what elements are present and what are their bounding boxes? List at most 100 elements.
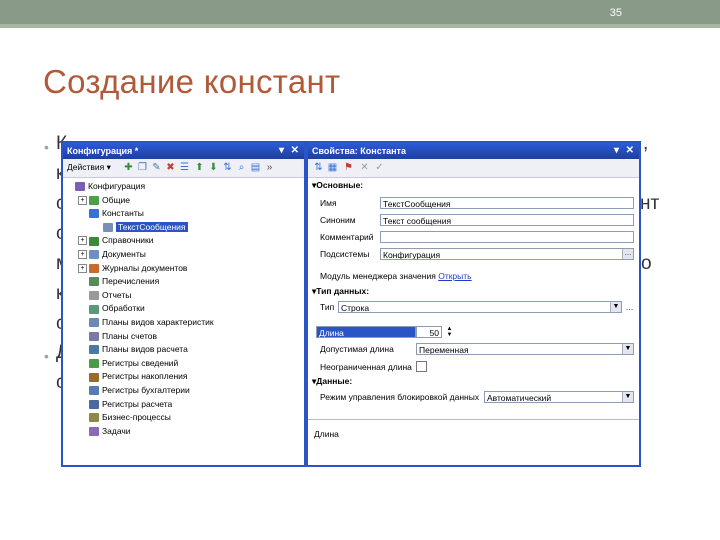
tree-item-label: Планы счетов: [102, 330, 158, 341]
tree-item-label: Обработки: [102, 303, 145, 314]
tree-item[interactable]: ТекстСообщения: [103, 221, 188, 233]
tree-item[interactable]: Задачи: [89, 425, 131, 437]
info-registers-icon: [89, 359, 99, 369]
accum-registers-icon: [89, 372, 99, 382]
tree-item-label: Общие: [102, 194, 130, 205]
sort-alpha-icon[interactable]: ⇅: [313, 162, 324, 173]
tree-item[interactable]: Планы счетов: [89, 330, 157, 342]
length-field[interactable]: 50: [416, 326, 442, 338]
expand-icon[interactable]: +: [78, 250, 87, 259]
pin-icon[interactable]: ▾: [614, 143, 619, 159]
allowed-length-select[interactable]: Переменная ▼: [416, 343, 634, 355]
expand-icon[interactable]: +: [78, 195, 87, 205]
edit-icon[interactable]: ✎: [151, 162, 162, 173]
tree-item[interactable]: Константы: [89, 207, 144, 219]
tree-item-label: ТекстСообщения: [116, 221, 188, 232]
tree-item[interactable]: Регистры накопления: [89, 370, 188, 382]
type-ellipsis-icon[interactable]: …: [624, 302, 635, 313]
configuration-tree: Конфигурация Общие + Константы ТекстСообщени…: [63, 178, 304, 466]
tree-item[interactable]: Бизнес-процессы: [89, 411, 171, 423]
tree-item[interactable]: Журналы документов: [89, 262, 187, 274]
tree-item[interactable]: Справочники: [89, 234, 154, 246]
calc-registers-icon: [89, 399, 99, 409]
config-icon: [75, 182, 85, 192]
manager-module-label: Модуль менеджера значения Открыть: [320, 271, 472, 281]
open-manager-module-link[interactable]: Открыть: [438, 271, 471, 281]
lock-mode-select[interactable]: Автоматический ▼: [484, 391, 634, 403]
subsystems-field[interactable]: Конфигурация …: [380, 248, 634, 260]
add-icon[interactable]: ✚: [123, 162, 134, 173]
unlimited-length-label: Неограниченная длина: [320, 362, 412, 372]
subsystems-value: Конфигурация: [383, 250, 441, 260]
name-field[interactable]: ТекстСообщения: [380, 197, 634, 209]
synonym-field[interactable]: Текст сообщения: [380, 214, 634, 226]
tree-item-label: Задачи: [102, 425, 131, 436]
tree-item-label: Перечисления: [102, 276, 160, 287]
type-value: Строка: [341, 303, 370, 313]
dropdown-arrow-icon[interactable]: ▼: [622, 392, 633, 402]
cancel-icon[interactable]: ✕: [359, 162, 370, 173]
tree-item[interactable]: Планы видов характеристик: [89, 316, 214, 328]
flag-icon[interactable]: ⚑: [343, 162, 354, 173]
tree-item-label: Бизнес-процессы: [102, 412, 171, 423]
delete-icon[interactable]: ✖: [165, 162, 176, 173]
tree-item[interactable]: Перечисления: [89, 275, 159, 287]
bullet-marker-2: •: [44, 348, 49, 364]
comment-field[interactable]: [380, 231, 634, 243]
tree-item-label: Документы: [102, 249, 146, 259]
subsystems-label: Подсистемы: [320, 249, 370, 259]
properties-window: Свойства: Константа ▾ ✕ ⇅ ▦ ⚑ ✕ ✓ ▾Основ…: [306, 141, 641, 467]
type-label: Тип: [320, 302, 335, 312]
move-up-icon[interactable]: ⬆: [194, 162, 205, 173]
account-plans-icon: [89, 331, 99, 341]
tasks-icon: [89, 427, 99, 437]
tree-item[interactable]: Конфигурация: [75, 180, 145, 192]
tree-item[interactable]: Документы: [89, 248, 146, 260]
more-icon[interactable]: »: [264, 162, 275, 173]
length-spinner-icon[interactable]: ▲ ▼: [444, 326, 455, 338]
pin-icon[interactable]: ▾: [279, 143, 284, 159]
actions-menu[interactable]: Действия ▾: [67, 162, 111, 173]
configuration-window-title: Конфигурация *: [67, 146, 139, 156]
section-data: ▾Данные:: [312, 376, 353, 386]
filter-icon[interactable]: ▤: [250, 162, 261, 173]
tree-item[interactable]: Обработки: [89, 302, 145, 314]
slide-number: 35: [609, 7, 622, 19]
dropdown-arrow-icon[interactable]: ▼: [622, 344, 633, 354]
constant-item-icon: [103, 223, 113, 233]
close-icon[interactable]: ✕: [626, 143, 634, 159]
tree-item[interactable]: Планы видов расчета: [89, 343, 188, 355]
bullet-marker: •: [44, 139, 49, 155]
tree-item[interactable]: Общие: [89, 194, 130, 206]
tree-item-label: Константы: [102, 208, 144, 219]
section-data-type: ▾Тип данных:: [312, 286, 370, 296]
unlimited-length-checkbox[interactable]: [416, 361, 427, 372]
header-accent-line: [0, 24, 720, 28]
sort-icon[interactable]: ⇅: [222, 162, 233, 173]
properties-icon[interactable]: ☰: [179, 162, 190, 173]
ellipsis-icon[interactable]: …: [622, 249, 633, 259]
tree-item[interactable]: Отчеты: [89, 289, 131, 301]
journals-icon: [89, 263, 99, 273]
tree-item-label: Регистры расчета: [102, 398, 173, 409]
close-icon[interactable]: ✕: [291, 143, 299, 159]
tree-item[interactable]: Регистры расчета: [89, 398, 172, 410]
section-main: ▾Основные:: [312, 180, 364, 190]
find-icon[interactable]: ⌕: [236, 162, 247, 173]
expand-icon[interactable]: +: [78, 236, 87, 246]
tree-item[interactable]: Регистры бухгалтерии: [89, 384, 190, 396]
tree-item-label: Регистры сведений: [102, 357, 179, 368]
move-down-icon[interactable]: ⬇: [208, 162, 219, 173]
dropdown-arrow-icon[interactable]: ▼: [610, 302, 621, 312]
categories-icon[interactable]: ▦: [327, 162, 338, 173]
enums-icon: [89, 277, 99, 287]
name-label: Имя: [320, 198, 337, 208]
copy-icon[interactable]: ❐: [137, 162, 148, 173]
lock-mode-value: Автоматический: [487, 393, 552, 403]
expand-icon[interactable]: +: [78, 263, 87, 273]
length-label-selected: Длина: [316, 326, 416, 338]
apply-icon[interactable]: ✓: [374, 162, 385, 173]
tree-item[interactable]: Регистры сведений: [89, 357, 178, 369]
calc-plans-icon: [89, 345, 99, 355]
type-select[interactable]: Строка ▼: [338, 301, 622, 313]
